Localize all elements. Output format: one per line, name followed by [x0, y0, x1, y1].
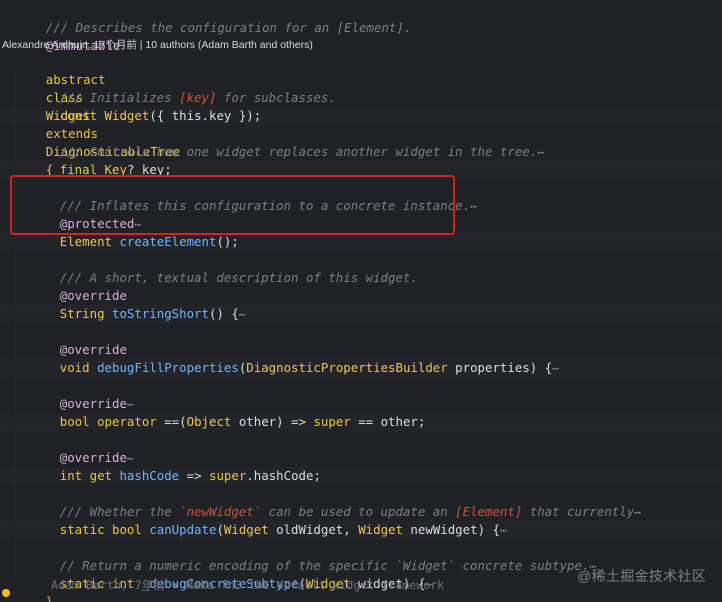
- code-line-constructor-doc: /// Initializes [key] for subclasses.: [0, 71, 722, 105]
- close-brace: }: [45, 594, 54, 602]
- code-line-operator-equals: bool operator ==(Object other) => super …: [0, 395, 722, 429]
- code-line-can-update-doc: /// Whether the `newWidget` can be used …: [0, 485, 722, 519]
- watermark: @稀土掘金技术社区: [577, 568, 706, 584]
- code-line-override: @override: [0, 323, 722, 357]
- code-line-to-string-short: String toStringShort() {⋯: [0, 287, 722, 321]
- code-editor[interactable]: /// Describes the configuration for an […: [0, 0, 722, 602]
- code-line-immutable: @immutable: [0, 19, 722, 53]
- git-blame-info[interactable]: Alexandre Ardhuin, 17个月前 | 10 authors (A…: [0, 37, 722, 53]
- code-line-hash-code: int get hashCode => super.hashCode;: [0, 449, 722, 483]
- code-line-to-string-doc: /// A short, textual description of this…: [0, 251, 722, 285]
- code-line-debug-fill-properties: void debugFillProperties(DiagnosticPrope…: [0, 341, 722, 375]
- code-line-key-doc: /// Controls how one widget replaces ano…: [0, 125, 722, 159]
- code-line-override: @override⋯: [0, 431, 722, 465]
- code-line-override: @override⋯: [0, 377, 722, 411]
- code-line-override: @override: [0, 269, 722, 303]
- code-line-class-decl: abstract class Widget extends Diagnostic…: [0, 53, 722, 177]
- code-line-constructor: const Widget({ this.key });: [0, 89, 722, 123]
- highlight-annotation-box: [10, 175, 455, 235]
- code-line-key-field: final Key? key;: [0, 143, 722, 177]
- code-line-subtype-doc: // Return a numeric encoding of the spec…: [0, 539, 722, 573]
- inline-git-blame[interactable]: Adam Barth, 7年前 • Make fn3 the default w…: [51, 576, 444, 594]
- code-line-doc-comment: /// Describes the configuration for an […: [0, 1, 722, 35]
- cursor-marker: [2, 589, 10, 597]
- code-line-can-update: static bool canUpdate(Widget oldWidget, …: [0, 503, 722, 537]
